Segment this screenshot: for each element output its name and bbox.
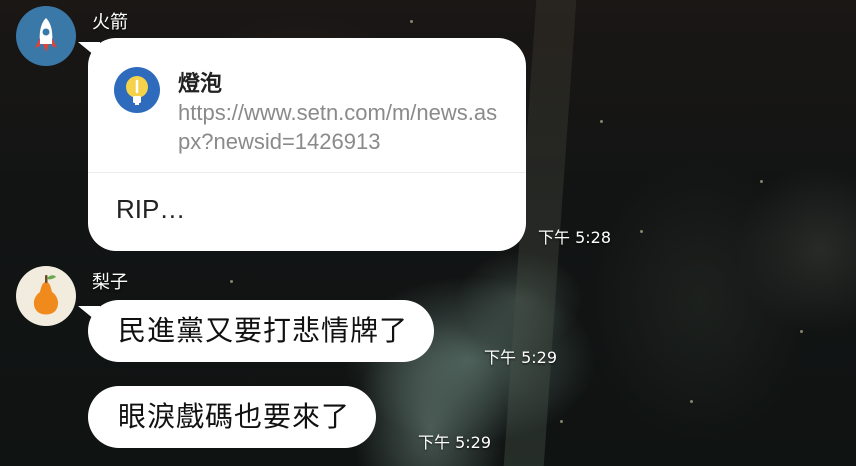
sender-name: 火箭 bbox=[92, 12, 128, 33]
message-text: RIP… bbox=[116, 194, 186, 224]
message-bubble[interactable]: 眼淚戲碼也要來了 bbox=[88, 386, 377, 448]
avatar-pear[interactable] bbox=[16, 266, 76, 326]
link-preview-title: 燈泡 bbox=[178, 72, 223, 97]
link-preview-bubble[interactable]: 燈泡 https://www.setn.com/m/news.aspx?news… bbox=[78, 38, 526, 251]
pear-icon bbox=[33, 275, 59, 315]
message-bubble[interactable]: 民進黨又要打悲情牌了 bbox=[78, 300, 435, 362]
message-text: 眼淚戲碼也要來了 bbox=[118, 400, 351, 433]
link-icon bbox=[114, 67, 160, 113]
rocket-icon bbox=[35, 18, 57, 52]
sender-name: 梨子 bbox=[92, 272, 128, 293]
divider bbox=[88, 172, 526, 173]
message-timestamp: 下午 5:29 bbox=[484, 348, 558, 367]
lightbulb-icon bbox=[126, 76, 148, 105]
message-timestamp: 下午 5:29 bbox=[418, 433, 492, 452]
message-timestamp: 下午 5:28 bbox=[538, 228, 612, 247]
bubble-tail bbox=[78, 306, 100, 324]
message-text: 民進黨又要打悲情牌了 bbox=[118, 314, 409, 347]
bubble-tail bbox=[78, 42, 100, 60]
avatar-rocket[interactable] bbox=[16, 6, 76, 66]
link-preview-url[interactable]: https://www.setn.com/m/news.aspx?newsid=… bbox=[178, 98, 508, 156]
